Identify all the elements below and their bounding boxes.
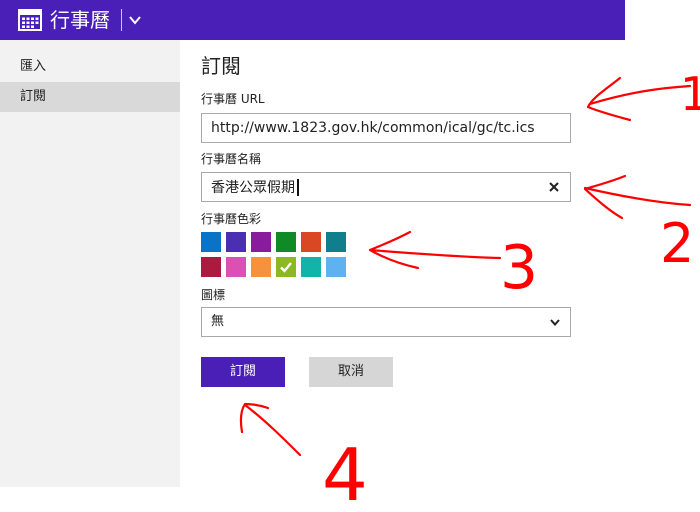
checkmark-icon [280,262,292,273]
annotation-number-4: 4 [322,433,368,512]
arrow-annotation-2 [583,174,692,220]
chevron-down-icon[interactable] [127,12,143,28]
color-swatch[interactable] [301,257,321,277]
cancel-button[interactable]: 取消 [309,357,393,387]
arrow-annotation-3 [368,230,502,270]
header-divider [121,9,122,31]
color-swatch[interactable] [251,232,271,252]
color-swatch[interactable] [326,232,346,252]
name-field[interactable] [201,172,571,202]
color-swatch[interactable] [201,232,221,252]
color-swatch[interactable] [201,257,221,277]
arrow-annotation-1 [586,76,692,122]
color-swatch[interactable] [276,257,296,277]
icon-select[interactable]: 無 [201,307,571,337]
url-input[interactable] [202,114,570,142]
clear-icon[interactable] [548,181,560,193]
subscribe-button[interactable]: 訂閱 [201,357,285,387]
color-swatch[interactable] [326,257,346,277]
color-swatch[interactable] [301,232,321,252]
page-title: 訂閱 [201,54,241,78]
arrow-annotation-4 [239,402,302,457]
text-caret [297,179,299,196]
color-swatch[interactable] [226,232,246,252]
sidebar-item-label: 訂閱 [20,89,47,104]
name-label: 行事曆名稱 [201,152,262,166]
annotation-number-1: 1 [680,67,700,121]
app-title: 行事曆 [50,8,110,32]
icon-label: 圖標 [201,288,226,302]
icon-select-value: 無 [211,314,225,329]
annotation-number-2: 2 [660,212,694,275]
calendar-icon [18,9,42,31]
color-swatch[interactable] [251,257,271,277]
sidebar: 匯入 訂閱 [0,40,180,487]
url-field[interactable] [201,113,571,143]
app-header: 行事曆 [0,0,625,40]
sidebar-item-label: 匯入 [20,59,47,74]
url-label: 行事曆 URL [201,92,265,106]
color-swatch[interactable] [226,257,246,277]
sidebar-item-import[interactable]: 匯入 [0,52,180,82]
color-swatch[interactable] [276,232,296,252]
sidebar-item-subscribe[interactable]: 訂閱 [0,82,180,112]
chevron-down-icon [550,319,560,327]
annotation-number-3: 3 [500,233,538,303]
color-label: 行事曆色彩 [201,212,262,226]
name-input[interactable] [202,173,570,201]
